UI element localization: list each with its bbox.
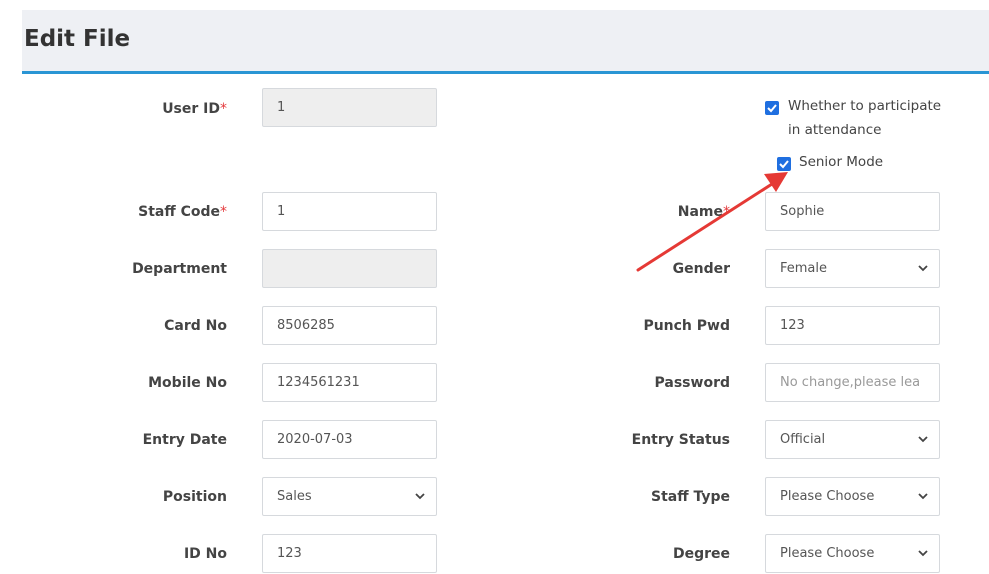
entry-status-value: Official [780, 432, 826, 447]
page-title: Edit File [24, 26, 131, 52]
staff-type-value: Please Choose [780, 489, 875, 504]
checkmark-icon [779, 160, 789, 169]
attendance-label-line2: in attendance [788, 122, 882, 138]
id-no-input[interactable]: 123 [262, 534, 437, 573]
staff-code-input[interactable]: 1 [262, 192, 437, 231]
mobile-no-input[interactable]: 1234561231 [262, 363, 437, 402]
senior-mode-label: Senior Mode [799, 154, 884, 170]
senior-mode-checkbox[interactable] [777, 157, 791, 171]
degree-value: Please Choose [780, 546, 875, 561]
checkmark-icon [767, 104, 777, 113]
gender-label: Gender [672, 261, 730, 277]
department-field [262, 249, 437, 288]
attendance-checkbox[interactable] [765, 101, 779, 115]
degree-select[interactable]: Please Choose [765, 534, 940, 573]
gender-select[interactable]: Female [765, 249, 940, 288]
entry-status-select[interactable]: Official [765, 420, 940, 459]
user-id-label: User ID* [162, 101, 227, 117]
position-label: Position [162, 489, 227, 505]
punch-pwd-input[interactable]: 123 [765, 306, 940, 345]
chevron-down-icon [918, 550, 928, 557]
mobile-no-label: Mobile No [148, 375, 227, 391]
name-input[interactable]: Sophie [765, 192, 940, 231]
department-label: Department [132, 261, 227, 277]
entry-date-input[interactable]: 2020-07-03 [262, 420, 437, 459]
chevron-down-icon [918, 493, 928, 500]
password-label: Password [654, 375, 730, 391]
name-label: Name* [677, 204, 730, 220]
gender-value: Female [780, 261, 828, 276]
required-mark: * [220, 204, 227, 220]
staff-code-label: Staff Code* [138, 204, 227, 220]
chevron-down-icon [918, 265, 928, 272]
page-header: Edit File [22, 10, 989, 74]
card-no-input[interactable]: 8506285 [262, 306, 437, 345]
entry-status-label: Entry Status [631, 432, 730, 448]
password-input[interactable]: No change,please lea [765, 363, 940, 402]
user-id-field: 1 [262, 88, 437, 127]
position-value: Sales [277, 489, 312, 504]
id-no-label: ID No [183, 546, 227, 562]
required-mark: * [220, 101, 227, 117]
staff-type-select[interactable]: Please Choose [765, 477, 940, 516]
chevron-down-icon [415, 493, 425, 500]
entry-date-label: Entry Date [142, 432, 227, 448]
attendance-label-line1: Whether to participate [788, 98, 942, 114]
position-select[interactable]: Sales [262, 477, 437, 516]
required-mark: * [723, 204, 730, 220]
punch-pwd-label: Punch Pwd [643, 318, 730, 334]
staff-type-label: Staff Type [651, 489, 730, 505]
chevron-down-icon [918, 436, 928, 443]
degree-label: Degree [672, 546, 730, 562]
card-no-label: Card No [164, 318, 227, 334]
